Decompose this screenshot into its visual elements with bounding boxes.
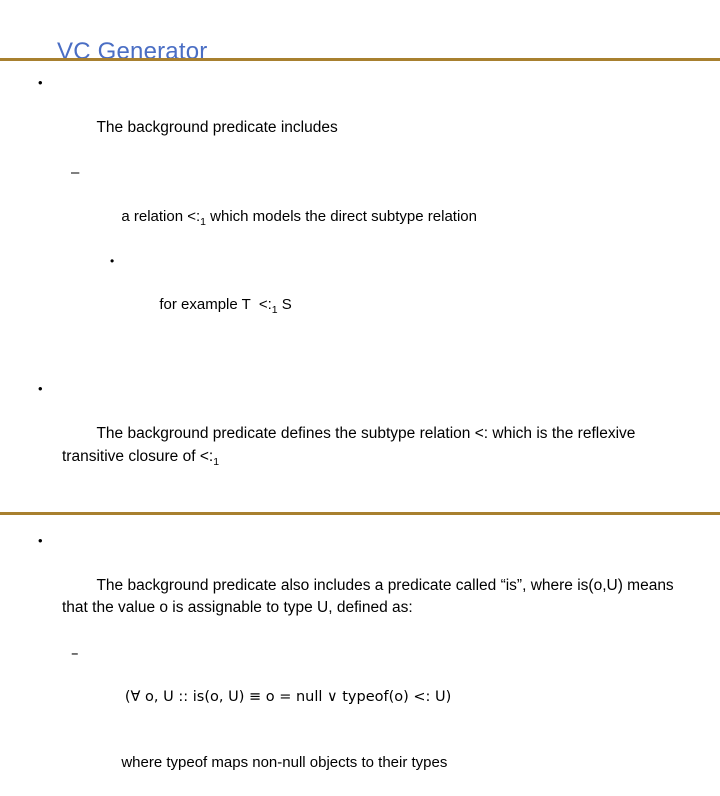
formula-line: – (∀ o, U :: is(o, U) ≡ o = null ∨ typeo… <box>88 642 682 730</box>
bullet-level2-text-pre: a relation <: <box>121 208 200 225</box>
bullet-level3-text-post: S <box>278 296 292 313</box>
dash-marker-icon: – <box>71 642 79 664</box>
slide-body: • The background predicate includes – a … <box>0 72 720 796</box>
bullet-marker-icon: • <box>38 72 43 95</box>
bullet-level2: – a relation <:1 which models the direct… <box>88 162 682 250</box>
title-divider-top <box>0 58 720 61</box>
bullet-level1-text-pre: The background predicate defines the sub… <box>62 425 640 465</box>
bullet-group-1: • The background predicate includes – a … <box>0 72 720 338</box>
bullet-group-2: • The background predicate defines the s… <box>0 378 720 491</box>
slide-canvas: VC Generator • The background predicate … <box>0 0 720 540</box>
bullet-level1: • The background predicate includes <box>62 72 682 162</box>
dash-marker-icon: – <box>71 162 79 184</box>
bullet-level3-text-pre: for example T <: <box>159 296 271 313</box>
bullet-group-3: • The background predicate also includes… <box>0 530 720 796</box>
closing-line: where typeof maps non-null objects to th… <box>88 730 682 796</box>
bullet-level1: • The background predicate defines the s… <box>62 378 682 491</box>
page-title: VC Generator <box>57 38 207 66</box>
closing-text: where typeof maps non-null objects to th… <box>121 754 447 771</box>
bullet-level1-text: The background predicate also includes a… <box>62 577 678 617</box>
bullet-level1: • The background predicate also includes… <box>62 530 682 643</box>
bullet-marker-icon: • <box>38 378 43 401</box>
bullet-level1-subscript: 1 <box>213 456 219 468</box>
bullet-marker-icon: • <box>110 250 114 272</box>
formula-text: (∀ o, U :: is(o, U) ≡ o = null ∨ typeof(… <box>125 689 451 705</box>
bullet-level3: • for example T <:1 S <box>126 250 682 338</box>
bullet-marker-icon: • <box>38 530 43 553</box>
bullet-level2-text-post: which models the direct subtype relation <box>206 208 477 225</box>
bullet-level1-text: The background predicate includes <box>96 119 337 136</box>
